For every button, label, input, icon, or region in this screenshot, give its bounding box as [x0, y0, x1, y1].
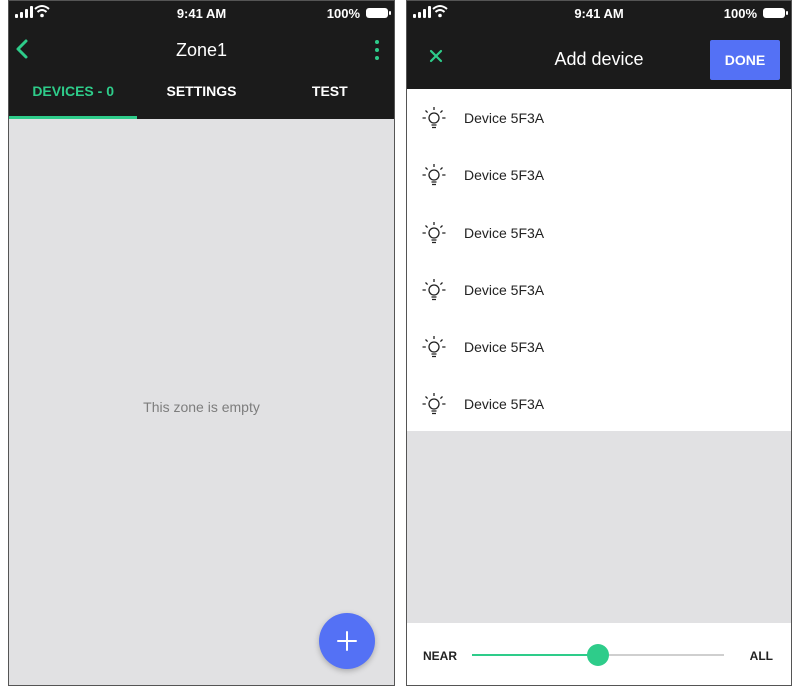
tab-devices[interactable]: DEVICES - 0 — [9, 67, 138, 119]
device-name: Device 5F3A — [464, 224, 545, 241]
done-button[interactable]: DONE — [710, 40, 780, 80]
more-vertical-icon[interactable] — [374, 40, 380, 60]
device-name: Device 5F3A — [464, 339, 545, 356]
battery-percentage: 100% — [723, 6, 757, 21]
plus-icon — [337, 631, 357, 651]
range-slider-fill — [472, 654, 598, 656]
status-bar: 9:41 AM 100% — [407, 1, 791, 25]
device-item[interactable]: Device 5F3A — [407, 318, 791, 375]
range-slider[interactable] — [472, 644, 724, 666]
device-item[interactable]: Device 5F3A — [407, 375, 791, 432]
add-device-button[interactable] — [319, 613, 375, 669]
device-list: Device 5F3A Device 5F3A Device 5F3A Devi… — [407, 89, 791, 433]
zone-app-bar: Zone1 DEVICES - 0 SETTINGS TEST — [9, 25, 394, 119]
tab-settings[interactable]: SETTINGS — [137, 67, 265, 119]
add-device-app-bar: Add device DONE — [407, 25, 791, 89]
list-empty-area — [407, 431, 791, 623]
battery-icon — [366, 8, 391, 18]
add-device-screen: 9:41 AM 100% Add device DONE Device 5F3A… — [406, 0, 792, 686]
tab-test[interactable]: TEST — [266, 67, 394, 119]
lightbulb-icon — [422, 278, 446, 301]
device-name: Device 5F3A — [464, 281, 545, 298]
lightbulb-icon — [422, 393, 446, 415]
device-name: Device 5F3A — [464, 167, 545, 184]
device-name: Device 5F3A — [464, 110, 545, 126]
status-bar: 9:41 AM 100% — [9, 1, 394, 25]
device-name: Device 5F3A — [464, 396, 545, 413]
device-item[interactable]: Device 5F3A — [407, 204, 791, 261]
range-slider-thumb[interactable] — [587, 644, 609, 666]
lightbulb-icon — [422, 107, 446, 129]
zone-tabs: DEVICES - 0 SETTINGS TEST — [9, 67, 394, 119]
device-item[interactable]: Device 5F3A — [407, 261, 791, 318]
zone-screen: 9:41 AM 100% Zone1 DEVICES - 0 SETTINGS … — [8, 0, 395, 686]
device-item[interactable]: Device 5F3A — [407, 146, 791, 203]
device-item[interactable]: Device 5F3A — [407, 89, 791, 146]
range-min-label: NEAR — [423, 649, 458, 663]
lightbulb-icon — [422, 164, 446, 186]
page-title: Zone1 — [175, 40, 228, 60]
empty-zone-message: This zone is empty — [143, 399, 260, 415]
lightbulb-icon — [422, 336, 446, 358]
battery-icon — [763, 8, 788, 18]
lightbulb-icon — [422, 221, 446, 243]
battery-percentage: 100% — [326, 6, 360, 21]
range-filter: NEAR ALL — [407, 623, 791, 685]
range-max-label: ALL — [749, 649, 773, 663]
